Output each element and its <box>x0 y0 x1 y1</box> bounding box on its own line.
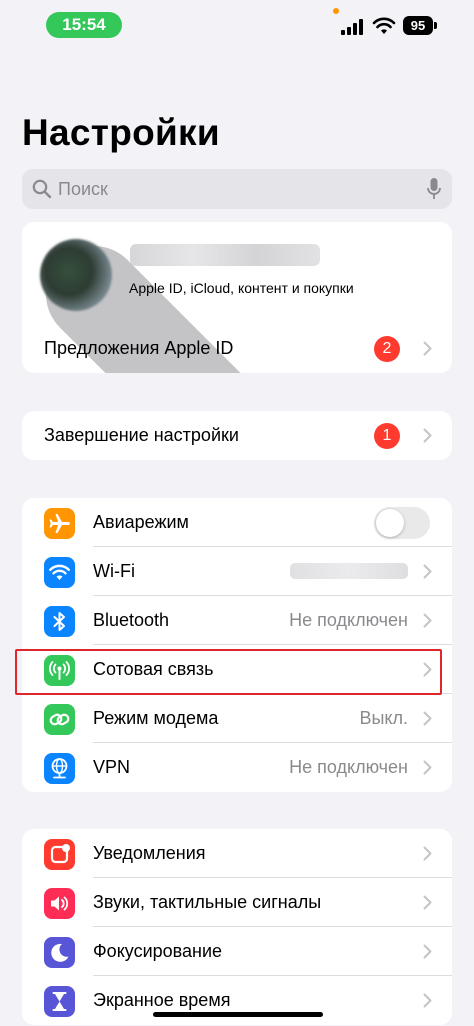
apple-id-profile-row[interactable]: Apple ID, iCloud, контент и покупки <box>22 222 452 373</box>
apple-id-suggestions-row[interactable]: Предложения Apple ID 2 <box>22 324 452 373</box>
battery-indicator: 95 <box>403 16 433 35</box>
row-label: Авиарежим <box>93 512 189 532</box>
moon-icon <box>44 937 75 968</box>
row-label: Wi-Fi <box>93 561 135 581</box>
notification-badge: 1 <box>374 423 400 449</box>
antenna-icon <box>44 655 75 686</box>
screen-time-row[interactable]: Экранное время <box>22 976 452 1025</box>
row-label: Режим модема <box>93 708 219 728</box>
row-label: Звуки, тактильные сигналы <box>93 892 322 912</box>
row-label: Экранное время <box>93 990 231 1010</box>
chevron-right-icon <box>423 613 432 628</box>
globe-icon <box>44 753 75 784</box>
finish-setup-group: Завершение настройки 1 <box>22 411 452 460</box>
cellular-signal-icon <box>341 19 363 35</box>
search-field[interactable]: Поиск <box>22 169 452 209</box>
row-label: Предложения Apple ID <box>44 338 234 358</box>
sounds-haptics-row[interactable]: Звуки, тактильные сигналы <box>22 878 452 927</box>
privacy-indicator-dot <box>333 8 339 14</box>
notifications-group: Уведомления Звуки, тактильные сигналы Фо… <box>22 829 452 1025</box>
search-icon <box>32 179 52 199</box>
account-group: Apple ID, iCloud, контент и покупки Пред… <box>22 222 452 373</box>
airplane-mode-row[interactable]: Авиарежим <box>22 498 452 547</box>
notifications-row[interactable]: Уведомления <box>22 829 452 878</box>
chevron-right-icon <box>423 846 432 861</box>
wifi-network-name-redacted <box>290 563 408 579</box>
chevron-right-icon <box>423 564 432 579</box>
row-label: VPN <box>93 757 131 777</box>
chevron-right-icon <box>423 760 432 775</box>
connectivity-group: Авиарежим Wi-Fi Bluetooth Не подключен С… <box>22 498 452 792</box>
chevron-right-icon <box>423 662 432 677</box>
personal-hotspot-row[interactable]: Режим модема Выкл. <box>22 694 452 743</box>
toggle-knob <box>376 509 404 537</box>
row-value: Выкл. <box>359 708 408 728</box>
link-icon <box>44 704 75 735</box>
wifi-row[interactable]: Wi-Fi <box>22 547 452 596</box>
airplane-mode-toggle[interactable] <box>374 507 430 539</box>
row-label: Bluetooth <box>93 610 170 630</box>
page-title: Настройки <box>22 112 220 153</box>
finish-setup-row[interactable]: Завершение настройки 1 <box>22 411 452 460</box>
row-value: Не подключен <box>289 610 408 630</box>
status-bar: 15:54 95 <box>0 0 474 50</box>
row-value: Не подключен <box>289 757 408 777</box>
home-indicator[interactable] <box>153 1012 323 1017</box>
airplane-icon <box>44 508 75 539</box>
search-placeholder: Поиск <box>58 179 108 199</box>
chevron-right-icon <box>423 993 432 1008</box>
focus-row[interactable]: Фокусирование <box>22 927 452 976</box>
bluetooth-icon <box>44 606 75 637</box>
row-label: Завершение настройки <box>44 425 239 445</box>
hourglass-icon <box>44 986 75 1017</box>
battery-tip <box>434 22 437 29</box>
chevron-right-icon <box>423 711 432 726</box>
row-label: Фокусирование <box>93 941 223 961</box>
microphone-icon[interactable] <box>427 178 441 200</box>
row-label: Сотовая связь <box>93 659 214 679</box>
avatar <box>40 239 112 311</box>
row-label: Уведомления <box>93 843 206 863</box>
cellular-row[interactable]: Сотовая связь <box>22 645 452 694</box>
profile-name-redacted <box>130 244 320 266</box>
chevron-right-icon <box>423 341 432 356</box>
status-time[interactable]: 15:54 <box>46 12 122 38</box>
profile-subtitle: Apple ID, iCloud, контент и покупки <box>129 280 354 296</box>
notification-badge: 2 <box>374 336 400 362</box>
vpn-row[interactable]: VPN Не подключен <box>22 743 452 792</box>
wifi-status-icon <box>372 17 396 34</box>
bell-icon <box>44 839 75 870</box>
chevron-right-icon <box>423 428 432 443</box>
chevron-right-icon <box>423 944 432 959</box>
speaker-icon <box>44 888 75 919</box>
bluetooth-row[interactable]: Bluetooth Не подключен <box>22 596 452 645</box>
chevron-right-icon <box>423 895 432 910</box>
wifi-icon <box>44 557 75 588</box>
